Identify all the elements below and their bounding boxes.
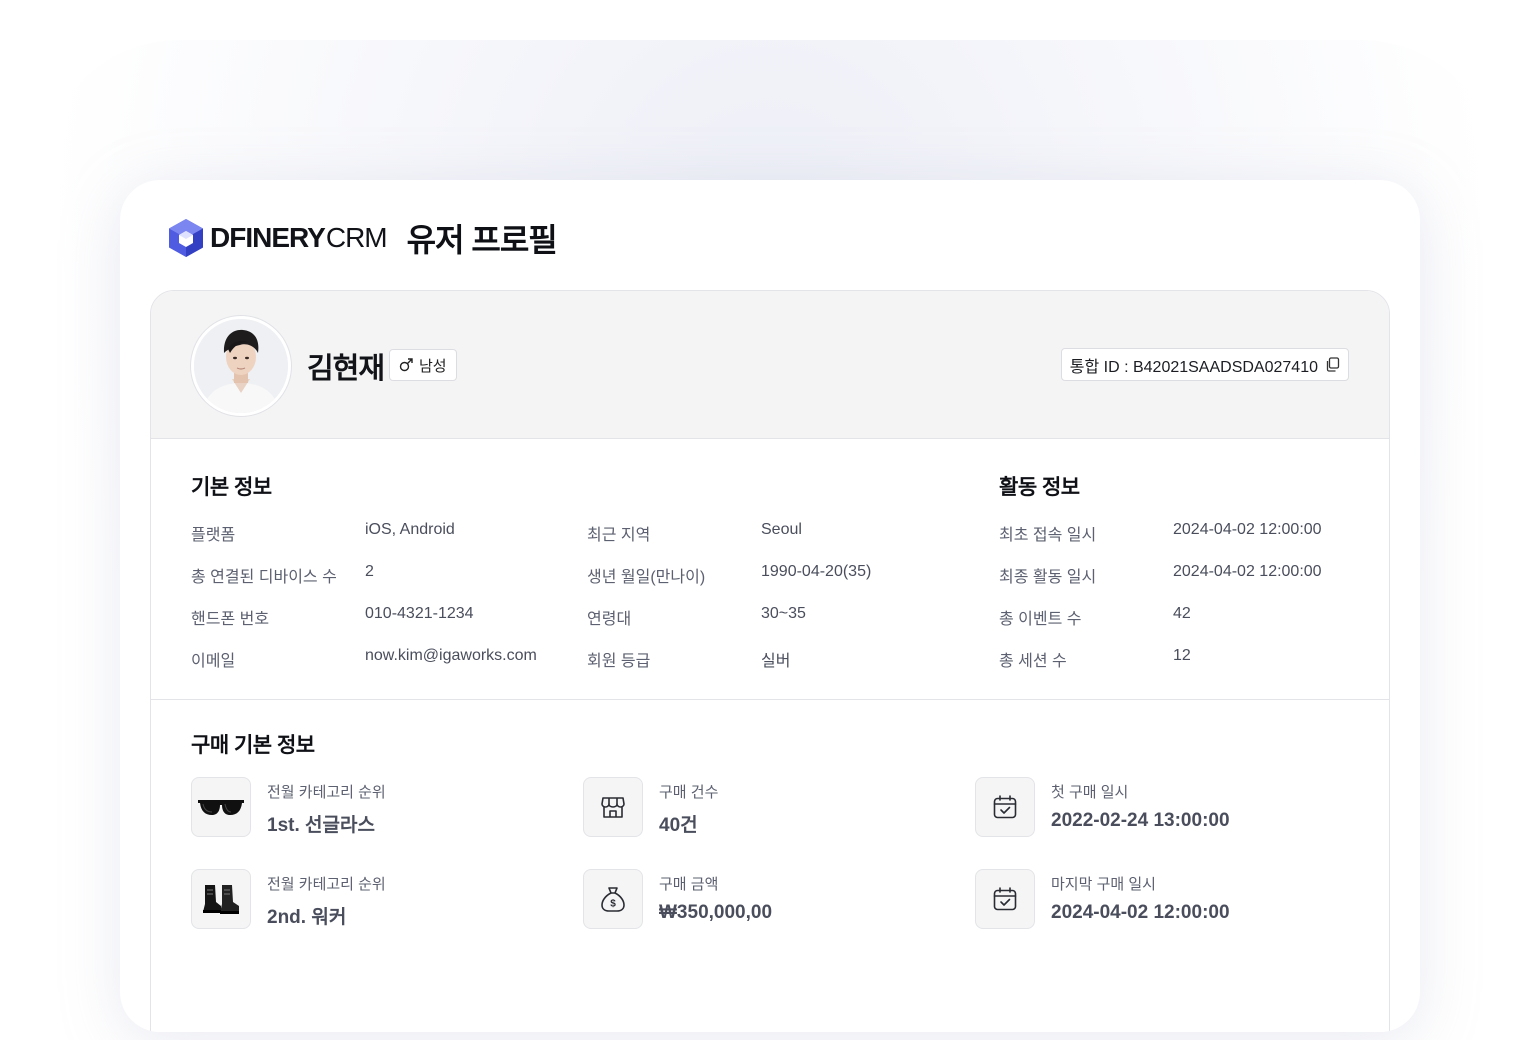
user-name: 김현재	[307, 353, 385, 385]
stat-label: 전월 카테고리 순위	[267, 784, 386, 801]
activity-value: 42	[1173, 605, 1191, 622]
stat-value: 40건	[659, 815, 698, 836]
stat-value: 2024-04-02 12:00:00	[1051, 902, 1230, 923]
stat-value: 2nd. 워커	[267, 907, 347, 928]
activity-label: 총 세션 수	[999, 653, 1067, 670]
calendar-check-icon	[975, 869, 1035, 929]
cube-logo-icon	[169, 219, 203, 257]
page-title: 유저 프로필	[406, 222, 558, 258]
info-label: 생년 월일(만나이)	[587, 569, 706, 586]
info-value: 실버	[761, 653, 791, 670]
stat-value: 2022-02-24 13:00:00	[1051, 810, 1230, 831]
stat-label: 구매 금액	[659, 876, 719, 893]
gender-label: 남성	[419, 357, 447, 375]
gender-badge: 남성	[389, 349, 457, 381]
activity-value: 2024-04-02 12:00:00	[1173, 563, 1322, 580]
activity-label: 최종 활동 일시	[999, 569, 1097, 586]
stat-top-category-2: 전월 카테고리 순위 2nd. 워커	[191, 869, 551, 929]
profile-panel: 김현재 남성 통합 ID : B42021SAADSDA027410 기본 정보…	[150, 290, 1390, 1032]
activity-info-title: 활동 정보	[999, 476, 1080, 499]
stat-value: ₩350,000,00	[659, 902, 773, 923]
stat-label: 마지막 구매 일시	[1051, 876, 1156, 893]
boots-icon	[191, 869, 251, 929]
stat-purchase-amount: $ 구매 금액 ₩350,000,00	[583, 869, 943, 929]
unified-id-box: 통합 ID : B42021SAADSDA027410	[1060, 348, 1349, 381]
info-label: 최근 지역	[587, 527, 651, 544]
avatar	[191, 316, 291, 416]
unified-id-text: 통합 ID : B42021SAADSDA027410	[1069, 358, 1318, 376]
card-header: DFINERYCRM 유저 프로필	[168, 216, 558, 260]
brand-logo: DFINERYCRM	[168, 218, 388, 258]
store-icon	[583, 777, 643, 837]
stat-label: 첫 구매 일시	[1051, 784, 1129, 801]
stat-last-purchase: 마지막 구매 일시 2024-04-02 12:00:00	[975, 869, 1335, 929]
activity-label: 총 이벤트 수	[999, 611, 1082, 628]
activity-value: 12	[1173, 647, 1191, 664]
stat-label: 구매 건수	[659, 784, 719, 801]
info-label: 이메일	[191, 653, 236, 670]
logo-wordmark: DFINERYCRM	[210, 222, 388, 253]
info-value: 010-4321-1234	[365, 605, 474, 622]
info-value: 30~35	[761, 605, 806, 622]
money-bag-icon: $	[583, 869, 643, 929]
info-value: iOS, Android	[365, 521, 455, 538]
stat-top-category-1: 전월 카테고리 순위 1st. 선글라스	[191, 777, 551, 837]
section-divider	[151, 699, 1389, 700]
basic-info-title: 기본 정보	[191, 476, 272, 499]
activity-value: 2024-04-02 12:00:00	[1173, 521, 1322, 538]
info-value: now.kim@igaworks.com	[365, 647, 537, 664]
avatar-photo	[194, 319, 288, 413]
copy-icon[interactable]	[1325, 357, 1340, 372]
profile-summary-bar: 김현재 남성 통합 ID : B42021SAADSDA027410	[151, 291, 1389, 439]
info-value: Seoul	[761, 521, 802, 538]
stat-value: 1st. 선글라스	[267, 815, 375, 836]
stat-purchase-count: 구매 건수 40건	[583, 777, 943, 837]
stat-first-purchase: 첫 구매 일시 2022-02-24 13:00:00	[975, 777, 1335, 837]
info-value: 1990-04-20(35)	[761, 563, 872, 580]
info-label: 연령대	[587, 611, 632, 628]
calendar-check-icon	[975, 777, 1035, 837]
info-label: 플랫폼	[191, 527, 236, 544]
info-label: 핸드폰 번호	[191, 611, 270, 628]
info-value: 2	[365, 563, 374, 580]
activity-label: 최초 접속 일시	[999, 527, 1097, 544]
info-label: 총 연결된 디바이스 수	[191, 569, 337, 586]
sunglasses-icon	[191, 777, 251, 837]
svg-text:$: $	[610, 899, 616, 910]
purchase-info-title: 구매 기본 정보	[191, 734, 315, 757]
info-label: 회원 등급	[587, 653, 651, 670]
stat-label: 전월 카테고리 순위	[267, 876, 386, 893]
profile-card: DFINERYCRM 유저 프로필 김현재 남성 통합 ID: B42021S…	[120, 180, 1420, 1032]
male-icon	[399, 358, 413, 372]
